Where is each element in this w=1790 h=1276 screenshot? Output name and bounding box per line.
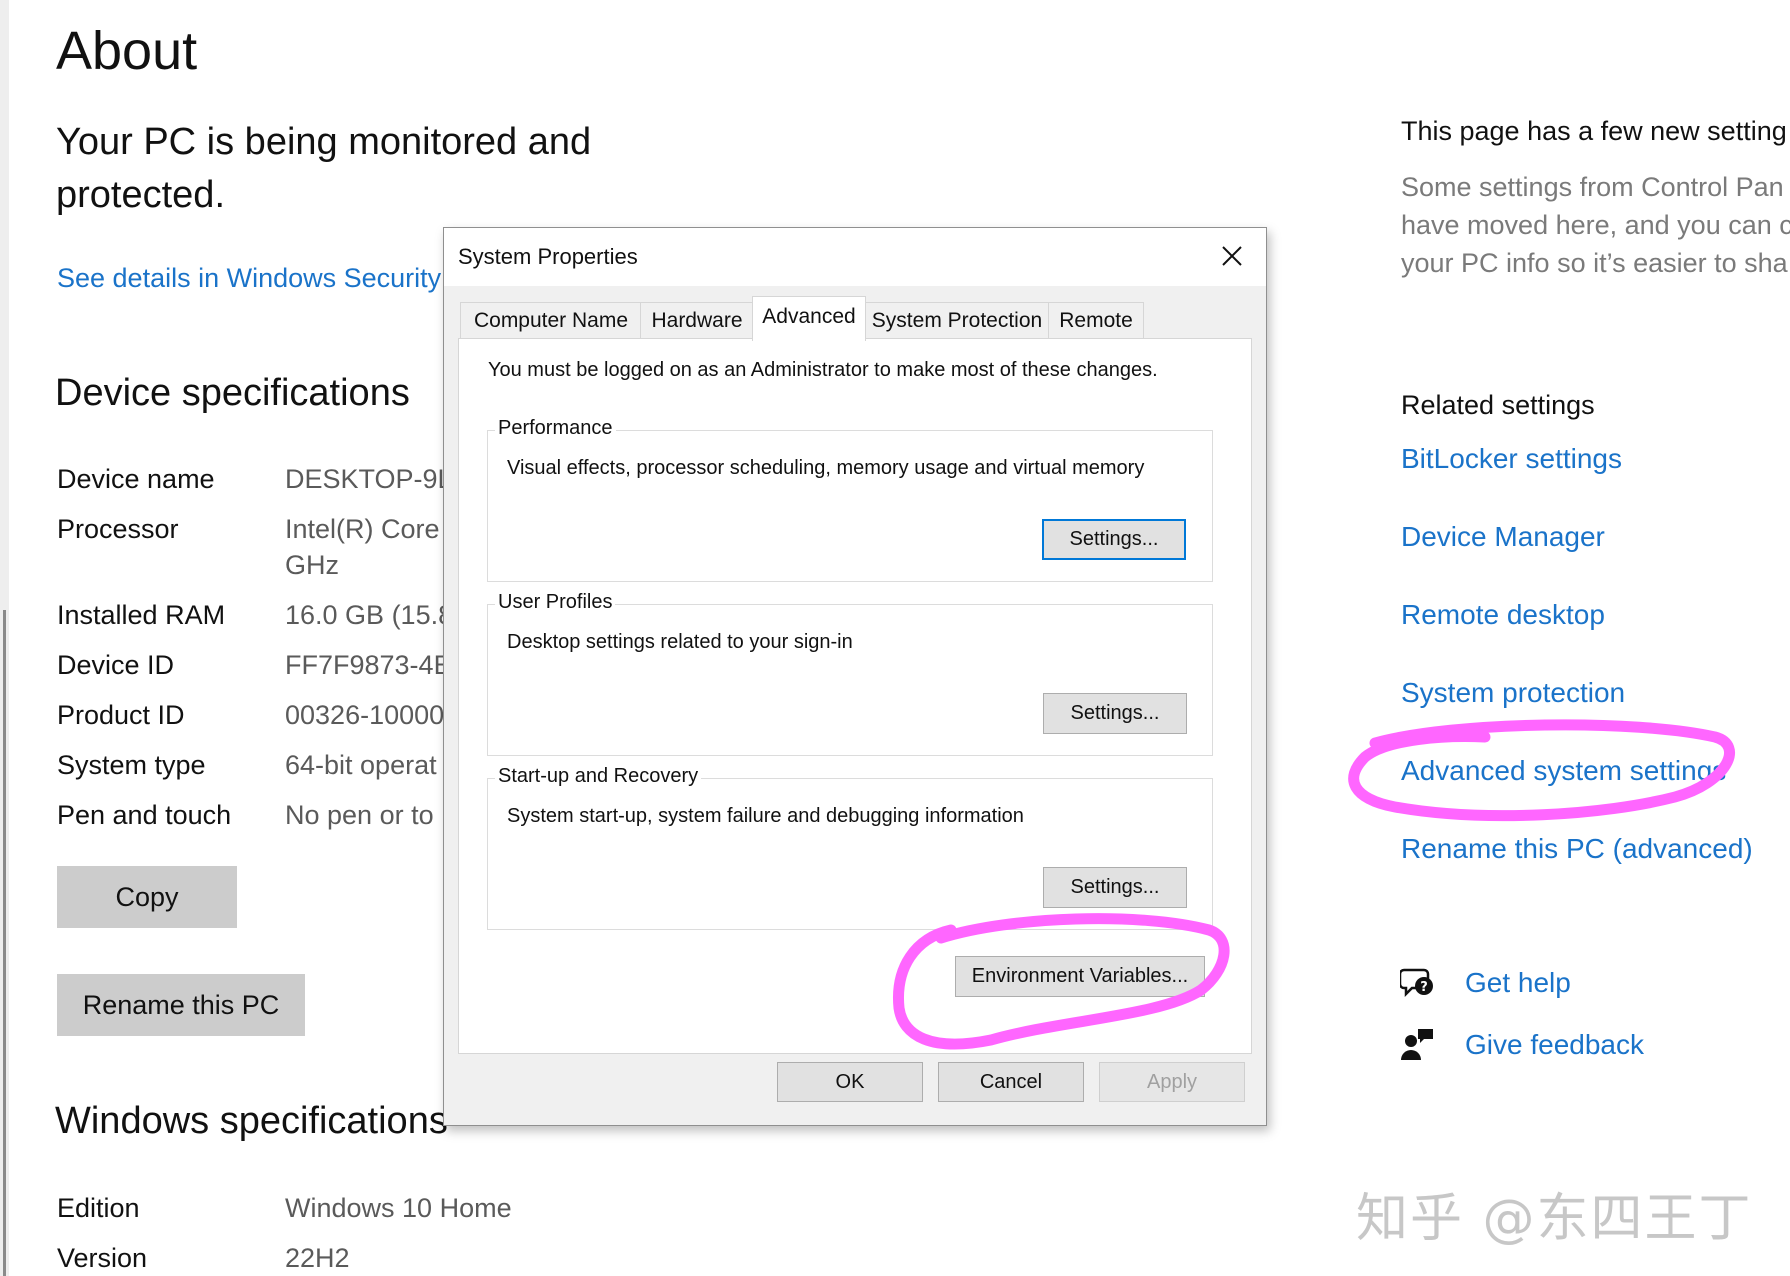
spec-value-line2: GHz (285, 550, 339, 580)
advanced-tab-panel: You must be logged on as an Administrato… (458, 338, 1252, 1054)
ok-button[interactable]: OK (777, 1062, 923, 1102)
spec-value: 22H2 (285, 1243, 350, 1273)
new-settings-line: have moved here, and you can c (1401, 210, 1790, 240)
protection-status-text: Your PC is being monitored and protected… (56, 121, 592, 216)
spec-value: 00326-10000 (285, 700, 445, 730)
spec-label: Processor (57, 514, 179, 544)
spec-value: Windows 10 Home (285, 1193, 512, 1223)
rename-pc-advanced-link[interactable]: Rename this PC (advanced) (1401, 833, 1753, 865)
group-legend: User Profiles (495, 591, 616, 614)
spec-label: System type (57, 750, 206, 780)
group-description: System start-up, system failure and debu… (507, 805, 1024, 827)
group-legend: Performance (495, 417, 616, 440)
windows-specs-heading: Windows specifications (55, 1100, 448, 1142)
copy-button[interactable]: Copy (57, 866, 237, 928)
user-profiles-settings-button[interactable]: Settings... (1043, 693, 1187, 734)
remote-desktop-link[interactable]: Remote desktop (1401, 599, 1605, 631)
spec-value: FF7F9873-4B (285, 650, 452, 680)
rename-pc-button[interactable]: Rename this PC (57, 974, 305, 1036)
give-feedback-link[interactable]: Give feedback (1465, 1029, 1644, 1061)
apply-button[interactable]: Apply (1099, 1062, 1245, 1102)
spec-label: Version (57, 1243, 148, 1273)
new-settings-line: Some settings from Control Pan (1401, 172, 1784, 202)
bitlocker-settings-link[interactable]: BitLocker settings (1401, 443, 1622, 475)
tab-advanced[interactable]: Advanced (752, 296, 866, 341)
related-settings-heading: Related settings (1401, 390, 1595, 420)
tab-computer-name[interactable]: Computer Name (460, 302, 642, 339)
tab-system-protection[interactable]: System Protection (864, 302, 1050, 339)
device-specs-heading: Device specifications (55, 372, 410, 414)
watermark: 知乎 @东四王丁 (1356, 1189, 1753, 1249)
tab-remote[interactable]: Remote (1048, 302, 1144, 339)
windows-security-link[interactable]: See details in Windows Security (57, 263, 441, 294)
feedback-icon (1401, 1029, 1433, 1060)
group-legend: Start-up and Recovery (495, 765, 702, 788)
admin-note: You must be logged on as an Administrato… (488, 359, 1158, 381)
tab-hardware[interactable]: Hardware (640, 302, 754, 339)
dialog-titlebar[interactable]: System Properties (444, 228, 1266, 286)
spec-label: Pen and touch (57, 800, 232, 830)
help-icon: ? (1400, 968, 1433, 998)
performance-group: Performance Visual effects, processor sc… (487, 417, 1213, 582)
close-icon[interactable] (1212, 236, 1252, 276)
environment-variables-button[interactable]: Environment Variables... (955, 956, 1205, 997)
cancel-button[interactable]: Cancel (938, 1062, 1084, 1102)
spec-label: Device name (57, 464, 215, 494)
scrollbar-thumb[interactable] (3, 610, 6, 1276)
new-settings-heading: This page has a few new setting (1401, 116, 1787, 146)
spec-value: Intel(R) Core (285, 514, 440, 544)
user-profiles-group: User Profiles Desktop settings related t… (487, 591, 1213, 756)
svg-text:?: ? (1420, 980, 1428, 995)
spec-value: DESKTOP-9L (285, 464, 453, 494)
page-title: About (56, 21, 198, 81)
dialog-title: System Properties (458, 244, 638, 269)
group-description: Visual effects, processor scheduling, me… (507, 457, 1145, 479)
spec-value: No pen or to (285, 800, 434, 830)
spec-value: 16.0 GB (15.8 (285, 600, 454, 630)
startup-recovery-group: System start-up, system failure and debu… (487, 765, 1213, 930)
spec-value: 64-bit operat (285, 750, 437, 780)
device-manager-link[interactable]: Device Manager (1401, 521, 1605, 553)
system-properties-dialog: System Properties Computer Name Hardware… (443, 227, 1267, 1126)
startup-recovery-settings-button[interactable]: Settings... (1043, 867, 1187, 908)
new-settings-line: your PC info so it’s easier to sha (1401, 248, 1788, 278)
new-settings-text: Some settings from Control Pan have move… (1401, 168, 1790, 282)
performance-settings-button[interactable]: Settings... (1042, 519, 1186, 560)
spec-label: Edition (57, 1193, 140, 1223)
system-protection-link[interactable]: System protection (1401, 677, 1625, 709)
spec-label: Installed RAM (57, 600, 226, 630)
get-help-link[interactable]: Get help (1465, 967, 1571, 999)
spec-label: Product ID (57, 700, 185, 730)
spec-label: Device ID (57, 650, 175, 680)
advanced-system-settings-link[interactable]: Advanced system settings (1401, 755, 1726, 787)
group-description: Desktop settings related to your sign-in (507, 631, 853, 653)
